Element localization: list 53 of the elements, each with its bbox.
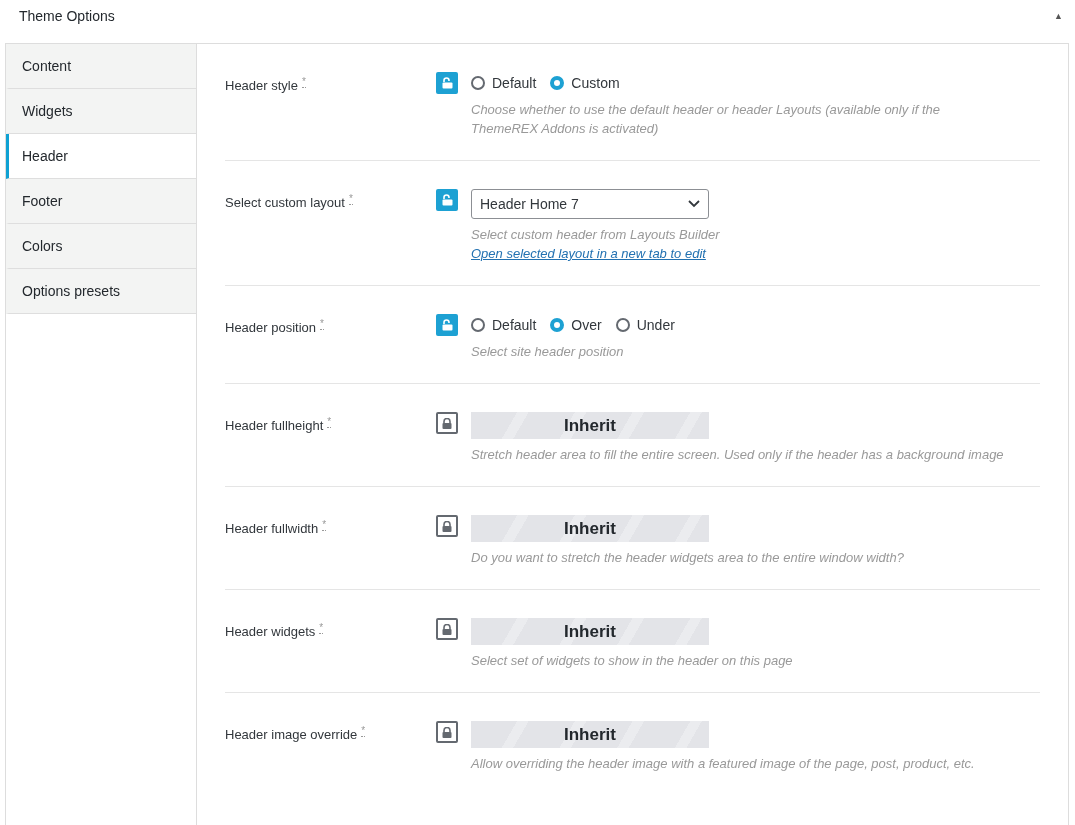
layout-select[interactable]: Header Home 7 bbox=[471, 189, 709, 219]
radio-icon[interactable] bbox=[471, 318, 485, 332]
unlock-button[interactable] bbox=[436, 72, 458, 94]
open-padlock-icon bbox=[441, 319, 453, 331]
radio-icon[interactable] bbox=[471, 76, 485, 90]
unlock-button[interactable] bbox=[436, 314, 458, 336]
open-padlock-icon bbox=[441, 194, 453, 206]
unlock-button[interactable] bbox=[436, 189, 458, 211]
open-padlock-icon bbox=[441, 77, 453, 89]
option-hint: Select site header position bbox=[471, 343, 625, 361]
padlock-icon bbox=[442, 623, 452, 635]
sidebar-tab[interactable]: Footer bbox=[6, 179, 196, 224]
option-hint: Select custom header from Layouts Builder bbox=[471, 226, 720, 244]
option-label: Header position bbox=[225, 320, 317, 336]
sidebar-tab[interactable]: Content bbox=[6, 44, 196, 89]
option-label: Header fullwidth bbox=[225, 521, 319, 537]
inherit-button[interactable]: Inherit bbox=[471, 515, 709, 542]
lock-button[interactable] bbox=[436, 515, 458, 537]
inherit-button[interactable]: Inherit bbox=[471, 618, 709, 645]
lock-button[interactable] bbox=[436, 618, 458, 640]
sidebar-tab[interactable]: Options presets bbox=[6, 269, 196, 314]
sidebar-tab[interactable]: Widgets bbox=[6, 89, 196, 134]
padlock-icon bbox=[442, 520, 452, 532]
inherit-button[interactable]: Inherit bbox=[471, 412, 709, 439]
radio-icon[interactable] bbox=[615, 318, 630, 332]
option-label: Select custom layout bbox=[225, 195, 345, 211]
option-hint: Allow overriding the header image with a featured image of the page, post, product, etc. bbox=[471, 755, 975, 773]
radio-option[interactable]: Default bbox=[471, 317, 537, 333]
option-hint: Do you want to stretch the header widgets area to the entire window width? bbox=[471, 549, 904, 567]
padlock-icon bbox=[442, 726, 452, 738]
sidebar-tab[interactable]: Colors bbox=[6, 224, 196, 269]
radio-option[interactable]: Custom bbox=[550, 75, 620, 91]
sidebar-tab[interactable]: Header bbox=[6, 134, 196, 179]
option-hint: Select set of widgets to show in the header on this page bbox=[471, 652, 793, 670]
option-hint: Stretch header area to fill the entire screen. Used only if the header has a background image bbox=[471, 446, 1004, 464]
lock-button[interactable] bbox=[436, 721, 458, 743]
radio-icon[interactable] bbox=[550, 318, 565, 332]
option-label: Header image override bbox=[225, 727, 358, 743]
panel-title: Theme Options bbox=[19, 8, 115, 24]
radio-option[interactable]: Under bbox=[615, 317, 675, 333]
lock-button[interactable] bbox=[436, 412, 458, 434]
chevron-down-icon bbox=[688, 200, 700, 208]
padlock-icon bbox=[442, 417, 452, 429]
option-label: Header style bbox=[225, 78, 298, 94]
radio-icon[interactable] bbox=[550, 76, 565, 90]
option-hint: Choose whether to use the default header or header Layouts (available only if the ThemeREX Addons is activated) bbox=[471, 101, 942, 138]
inherit-button[interactable]: Inherit bbox=[471, 721, 709, 748]
radio-option[interactable]: Default bbox=[471, 75, 537, 91]
radio-option[interactable]: Over bbox=[550, 317, 602, 333]
option-label: Header fullheight bbox=[225, 418, 324, 434]
option-label: Header widgets bbox=[225, 624, 316, 640]
edit-layout-link[interactable]: Open selected layout in a new tab to edit bbox=[471, 244, 720, 263]
collapse-toggle[interactable]: ▲ bbox=[1054, 11, 1063, 21]
